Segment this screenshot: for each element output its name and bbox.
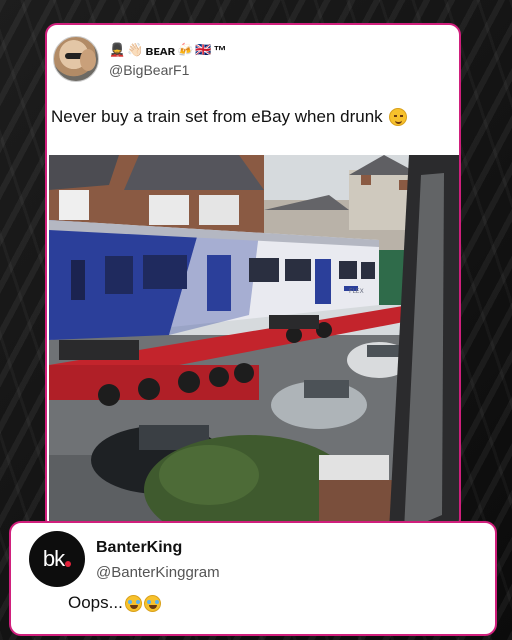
author-handle[interactable]: @BigBearF1 — [109, 62, 226, 78]
trademark-symbol: ™ — [213, 42, 227, 58]
train-on-lorry-photo: FLEX — [49, 155, 459, 529]
author-display-name[interactable]: 💂 👋🏻 ʙᴇᴀʀ 🍻 🇬🇧 ™ — [109, 40, 226, 60]
avatar-logo-text: bk — [42, 546, 65, 571]
tweet-photo[interactable]: FLEX — [49, 155, 459, 529]
reply-text: Oops... — [68, 593, 161, 613]
reply-author-handle[interactable]: @BanterKinggram — [96, 564, 220, 581]
reply-author-name[interactable]: BanterKing — [96, 539, 182, 557]
avatar[interactable] — [53, 36, 99, 82]
laughing-tears-emoji — [124, 594, 142, 612]
guard-emoji: 💂 — [109, 42, 126, 58]
train-sign-text: FLEX — [349, 288, 364, 295]
laughing-tears-emoji — [143, 594, 161, 612]
reply-card[interactable]: bk BanterKing @BanterKinggram Oops... — [9, 521, 497, 636]
author-name-text: ʙᴇᴀʀ — [145, 42, 176, 58]
tweet-text: Never buy a train set from eBay when dru… — [51, 107, 407, 127]
tweet-text-body: Never buy a train set from eBay when dru… — [51, 107, 383, 126]
avatar-second-face — [80, 49, 96, 71]
logo-dot — [65, 561, 72, 567]
waving-hand-emoji: 👋🏻 — [127, 42, 144, 58]
author-block: 💂 👋🏻 ʙᴇᴀʀ 🍻 🇬🇧 ™ @BigBearF1 — [109, 40, 226, 79]
uk-flag-emoji: 🇬🇧 — [195, 42, 212, 58]
tweet-header: 💂 👋🏻 ʙᴇᴀʀ 🍻 🇬🇧 ™ @BigBearF1 — [53, 33, 226, 85]
tweet-card[interactable]: 💂 👋🏻 ʙᴇᴀʀ 🍻 🇬🇧 ™ @BigBearF1 Never buy a … — [45, 23, 461, 531]
reply-text-body: Oops... — [68, 593, 123, 612]
beer-mugs-emoji: 🍻 — [177, 42, 194, 58]
banterking-avatar[interactable]: bk — [29, 531, 85, 587]
smiling-face-emoji — [388, 108, 407, 126]
